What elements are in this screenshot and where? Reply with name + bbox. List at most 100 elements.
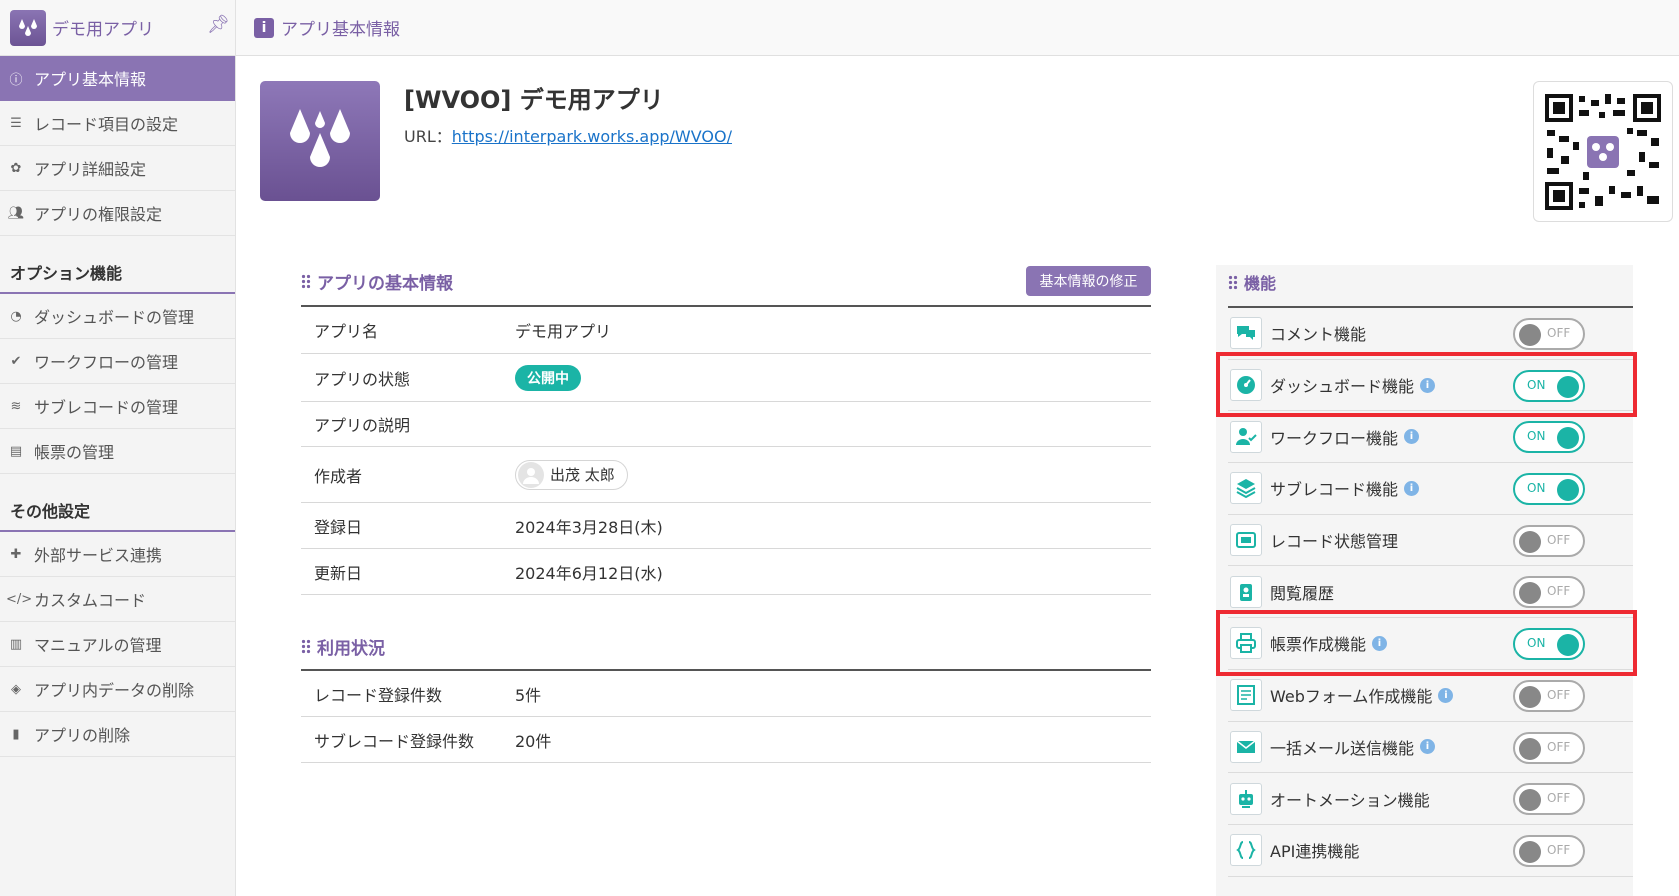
info-icon[interactable]: i: [1404, 480, 1420, 496]
url-label: URL：: [404, 127, 452, 146]
usage-heading: 利用状況: [301, 634, 385, 659]
row-key: 登録日: [314, 517, 363, 537]
feature-row: オートメーション機能 OFF: [1228, 773, 1633, 825]
feature-label: Webフォーム作成機能: [1270, 687, 1433, 707]
feature-row: レコード状態管理 OFF: [1228, 515, 1633, 567]
creator-chip[interactable]: 出茂 太郎: [515, 459, 628, 490]
feature-toggle[interactable]: OFF: [1513, 731, 1585, 764]
page-title: アプリ基本情報: [281, 20, 400, 40]
toggle-knob: [1519, 530, 1541, 553]
sidebar-item-basic-info[interactable]: ⓘ アプリ基本情報: [0, 56, 235, 101]
usage-table: レコード登録件数 5件 サブレコード登録件数 20件: [301, 669, 1151, 763]
feature-toggle[interactable]: OFF: [1513, 834, 1585, 867]
feature-row: ワークフロー機能 i ON: [1228, 411, 1633, 464]
pin-icon[interactable]: 📌︎: [207, 14, 230, 35]
braces-icon: [1230, 834, 1262, 867]
feature-toggle[interactable]: ON: [1513, 473, 1585, 506]
status-icon: [1230, 524, 1262, 557]
sidebar-item-label: サブレコードの管理: [34, 398, 179, 417]
sidebar-item-forms[interactable]: ▤ 帳票の管理: [0, 429, 235, 474]
feature-label: レコード状態管理: [1270, 532, 1399, 552]
feature-label: ワークフロー機能: [1270, 428, 1399, 448]
app-url-link[interactable]: https://interpark.works.app/WVOO/: [452, 127, 732, 146]
table-row: レコード登録件数 5件: [301, 671, 1151, 717]
basic-info-heading-text: アプリの基本情報: [317, 274, 453, 294]
row-key: レコード登録件数: [314, 685, 443, 705]
mail-icon: [1230, 730, 1262, 763]
feature-toggle[interactable]: OFF: [1513, 318, 1585, 350]
row-key: アプリの説明: [314, 416, 411, 435]
info-icon[interactable]: i: [1438, 687, 1454, 703]
row-key: サブレコード登録件数: [314, 731, 475, 751]
comment-icon: [1230, 317, 1262, 350]
row-value: デモ用アプリ: [515, 322, 612, 341]
sidebar-item-workflow[interactable]: ✔ ワークフローの管理: [0, 339, 235, 384]
info-icon[interactable]: i: [1420, 739, 1436, 755]
section-options: オプション機能: [0, 236, 235, 294]
list-icon: ☰: [10, 115, 22, 131]
layers-icon: [1230, 472, 1262, 505]
sidebar-item-label: アプリ内データの削除: [34, 681, 195, 700]
sidebar-item-delete-app[interactable]: ▮ アプリの削除: [0, 712, 235, 757]
avatar: [518, 461, 544, 488]
toggle-text: OFF: [1547, 791, 1571, 806]
sidebar-item-delete-data[interactable]: ◈ アプリ内データの削除: [0, 667, 235, 712]
table-row: アプリの説明: [301, 402, 1151, 447]
row-key: 更新日: [314, 563, 363, 583]
toggle-knob: [1519, 685, 1541, 708]
sidebar-item-custom-code[interactable]: </> カスタムコード: [0, 577, 235, 622]
features-heading-text: 機能: [1244, 274, 1277, 293]
feature-row: Webフォーム作成機能 i OFF: [1228, 670, 1633, 722]
row-value: 出茂 太郎: [515, 459, 1151, 490]
sidebar-item-dashboard[interactable]: ◔ ダッシュボードの管理: [0, 294, 235, 339]
highlight-box-dashboard: [1216, 352, 1637, 417]
gear-icon: ✿: [10, 160, 22, 176]
highlight-box-forms: [1216, 610, 1637, 676]
eraser-icon: ◈: [11, 681, 21, 697]
sidebar-item-external[interactable]: ✚ 外部サービス連携: [0, 532, 235, 577]
sidebar-item-subrecord[interactable]: ≋ サブレコードの管理: [0, 384, 235, 429]
info-icon[interactable]: i: [1404, 429, 1420, 445]
row-value: 2024年6月12日(水): [515, 563, 663, 583]
feature-label: API連携機能: [1270, 842, 1360, 862]
sidebar-item-label: マニュアルの管理: [34, 636, 162, 655]
sidebar-item-label: アプリ基本情報: [34, 70, 147, 89]
toggle-text: OFF: [1547, 739, 1571, 754]
app-url: URL：https://interpark.works.app/WVOO/: [404, 123, 732, 147]
feature-toggle[interactable]: ON: [1513, 421, 1585, 454]
code-icon: </>: [6, 591, 33, 607]
toggle-text: OFF: [1547, 687, 1571, 702]
book-icon: ▥: [9, 636, 23, 652]
row-value: 20件: [515, 731, 552, 751]
row-key: 作成者: [314, 466, 363, 486]
workflow-icon: ✔: [10, 353, 22, 369]
row-value: 2024年3月28日(木): [515, 517, 663, 537]
feature-label: 閲覧履歴: [1270, 583, 1335, 603]
toggle-text: OFF: [1547, 584, 1571, 599]
toggle-text: ON: [1527, 429, 1546, 444]
feature-toggle[interactable]: OFF: [1513, 524, 1585, 557]
row-value: 5件: [515, 685, 542, 705]
feature-label: コメント機能: [1270, 325, 1367, 345]
toggle-knob: [1519, 737, 1541, 760]
toggle-text: OFF: [1547, 532, 1571, 547]
grip-icon: [1228, 274, 1238, 290]
sidebar-item-label: アプリの権限設定: [34, 205, 163, 224]
toggle-knob: [1519, 789, 1541, 812]
row-value: 公開中: [515, 364, 1151, 391]
brand[interactable]: デモ用アプリ: [0, 0, 235, 56]
feature-label: 一括メール送信機能: [1270, 738, 1415, 758]
sidebar-item-label: 外部サービス連携: [34, 546, 163, 565]
sidebar-item-record-fields[interactable]: ☰ レコード項目の設定: [0, 101, 235, 146]
feature-toggle[interactable]: OFF: [1513, 576, 1585, 609]
sidebar-item-permissions[interactable]: 👥︎ アプリの権限設定: [0, 191, 235, 236]
feature-label: オートメーション機能: [1270, 790, 1430, 810]
sidebar-item-manual[interactable]: ▥ マニュアルの管理: [0, 622, 235, 667]
toggle-text: ON: [1527, 481, 1546, 496]
feature-toggle[interactable]: OFF: [1513, 783, 1585, 816]
qr-code: [1533, 81, 1673, 222]
feature-toggle[interactable]: OFF: [1513, 679, 1585, 712]
edit-basic-info-button[interactable]: 基本情報の修正: [1026, 266, 1151, 296]
sidebar-item-detail-settings[interactable]: ✿ アプリ詳細設定: [0, 146, 235, 191]
sidebar-item-label: ダッシュボードの管理: [34, 308, 195, 327]
